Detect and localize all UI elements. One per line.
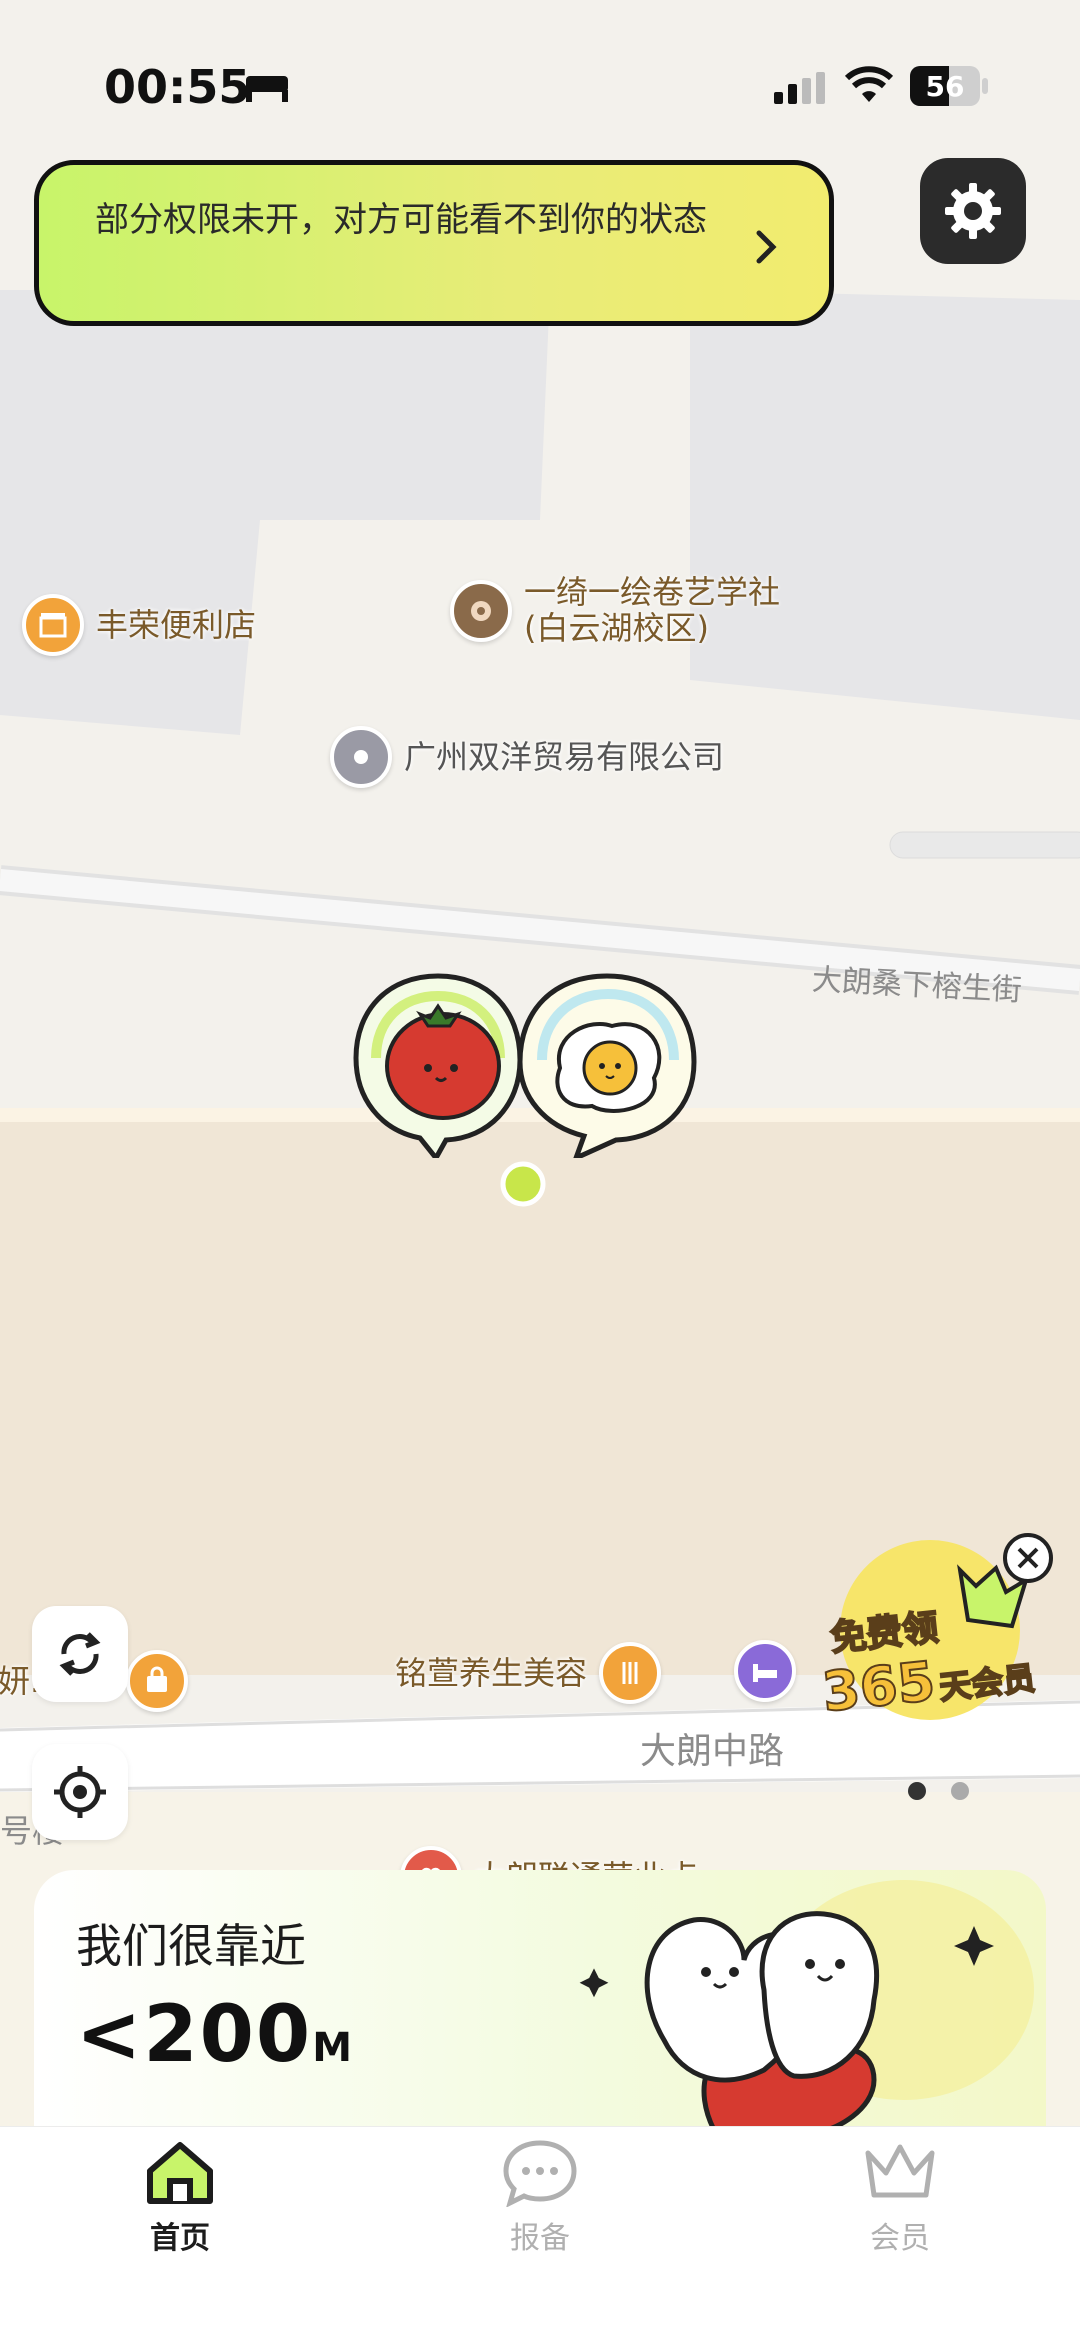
tab-membership[interactable]: 会员 bbox=[800, 2137, 1000, 2257]
home-icon bbox=[147, 2142, 213, 2204]
settings-button[interactable] bbox=[920, 158, 1026, 264]
close-icon bbox=[1003, 1533, 1053, 1583]
permission-banner-text: 部分权限未开，对方可能看不到你的状态 bbox=[95, 200, 707, 240]
crown-icon bbox=[865, 2144, 935, 2198]
bottom-tab-bar: 首页 报备 会员 bbox=[0, 2126, 1080, 2349]
poi-convenience-store[interactable]: 丰荣便利店 bbox=[22, 594, 256, 656]
poi-label: 铭萱养生美容 bbox=[395, 1654, 588, 1692]
poi-art-school[interactable]: 一绮一绘卷艺学社 (白云湖校区) bbox=[450, 574, 780, 646]
promo-close-button[interactable] bbox=[1002, 1532, 1054, 1584]
wifi-icon bbox=[844, 66, 894, 102]
distance-value: <200M bbox=[76, 1990, 354, 2080]
fried-egg-avatar[interactable] bbox=[512, 968, 702, 1163]
distance-card: 我们很靠近 <200M bbox=[34, 1870, 1046, 2130]
hearts-couple-illustration bbox=[579, 1880, 1034, 2130]
status-bar: 00:55 56 bbox=[0, 0, 1080, 150]
chevron-right-icon bbox=[756, 230, 777, 264]
donut-icon bbox=[450, 580, 512, 642]
tab-home[interactable]: 首页 bbox=[80, 2137, 280, 2257]
chat-bubble-icon bbox=[503, 2140, 577, 2207]
battery-level: 56 bbox=[925, 70, 965, 103]
location-dot-icon bbox=[330, 726, 392, 788]
distance-number: <200 bbox=[76, 1990, 313, 2080]
poi-beauty-salon[interactable]: 铭萱养生美容 bbox=[395, 1642, 662, 1704]
poi-label: 丰荣便利店 bbox=[96, 606, 257, 644]
promo-line3: 天会员 bbox=[936, 1658, 1037, 1708]
status-time: 00:55 bbox=[104, 60, 251, 114]
poi-label: 一绮一绘卷艺学社 (白云湖校区) bbox=[524, 573, 781, 647]
carousel-dot[interactable] bbox=[951, 1782, 969, 1800]
poi-label: 广州双洋贸易有限公司 bbox=[404, 738, 725, 776]
crosshair-icon bbox=[54, 1766, 106, 1818]
battery-icon: 56 bbox=[910, 66, 980, 106]
promo-line2: 365 bbox=[818, 1649, 939, 1725]
store-icon bbox=[22, 594, 84, 656]
tab-label: 报备 bbox=[510, 2221, 570, 2256]
battery-tip bbox=[982, 78, 988, 94]
tab-label: 首页 bbox=[150, 2221, 210, 2256]
tab-label: 会员 bbox=[870, 2221, 930, 2256]
distance-unit: M bbox=[312, 2025, 354, 2071]
beauty-icon bbox=[599, 1642, 662, 1704]
tomato-avatar[interactable] bbox=[348, 968, 528, 1163]
sleep-bed-icon bbox=[246, 76, 288, 102]
permission-banner[interactable]: 部分权限未开，对方可能看不到你的状态 bbox=[34, 160, 834, 326]
road-label: 大朗中路 bbox=[640, 1731, 785, 1772]
locate-button[interactable] bbox=[32, 1744, 128, 1840]
shopping-bag-icon bbox=[126, 1650, 189, 1712]
distance-title: 我们很靠近 bbox=[76, 1919, 306, 1973]
hotel-icon[interactable] bbox=[734, 1640, 796, 1702]
refresh-button[interactable] bbox=[32, 1606, 128, 1702]
tab-report[interactable]: 报备 bbox=[440, 2137, 640, 2257]
poi-trading-company[interactable]: 广州双洋贸易有限公司 bbox=[330, 726, 724, 788]
signal-icon bbox=[774, 72, 825, 104]
carousel-dot-active[interactable] bbox=[908, 1782, 926, 1800]
gear-icon bbox=[945, 183, 1001, 239]
refresh-icon bbox=[59, 1632, 101, 1676]
